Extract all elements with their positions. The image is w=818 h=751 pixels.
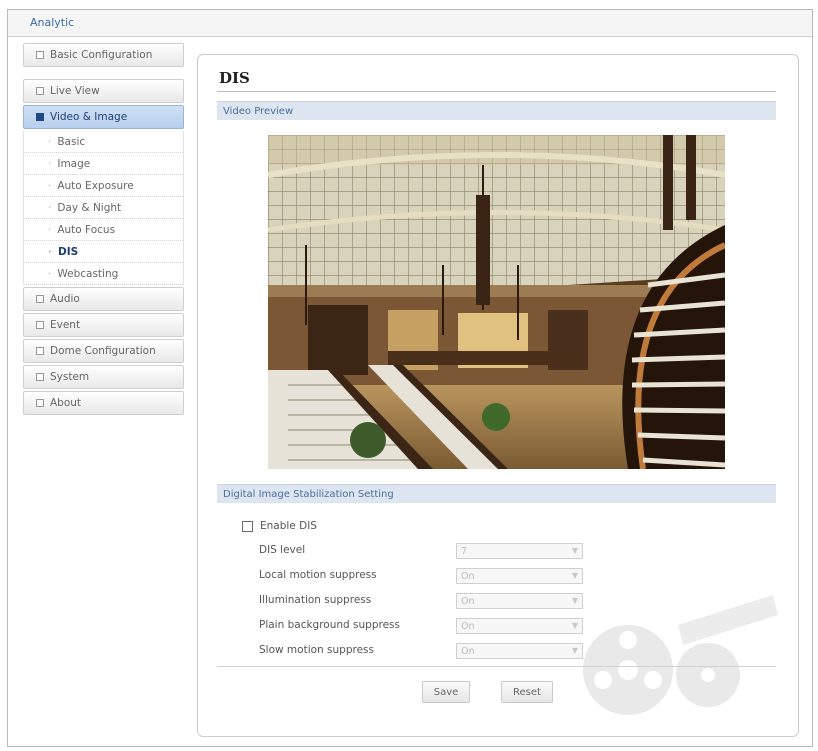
save-button[interactable]: Save (422, 681, 470, 703)
nav-dome-configuration[interactable]: Dome Configuration (23, 339, 184, 363)
nav-about[interactable]: About (23, 391, 184, 415)
title-divider (217, 91, 776, 92)
select-value: On (461, 620, 475, 632)
dis-level-label: DIS level (259, 544, 306, 556)
plain-background-suppress-label: Plain background suppress (259, 619, 400, 631)
sub-item-label: Image (57, 157, 91, 170)
sub-item-auto-exposure[interactable]: · Auto Exposure (24, 175, 183, 197)
brand-title: Analytic (30, 16, 75, 29)
sub-item-day-night[interactable]: · Day & Night (24, 197, 183, 219)
nav-label: System (50, 371, 90, 383)
nav-event[interactable]: Event (23, 313, 184, 337)
dis-level-select[interactable]: 7 ▼ (456, 543, 583, 559)
nav-label: Live View (50, 85, 100, 97)
nav-label: Video & Image (50, 111, 128, 123)
reset-button[interactable]: Reset (501, 681, 553, 703)
sub-item-label: DIS (58, 245, 79, 258)
sub-item-image[interactable]: · Image (24, 153, 183, 175)
sub-item-webcasting[interactable]: · Webcasting (24, 263, 183, 285)
sub-item-label: Webcasting (57, 267, 119, 280)
page-title: DIS (219, 69, 250, 87)
select-value: 7 (461, 545, 468, 557)
square-icon (36, 295, 44, 303)
nav-label: About (50, 397, 82, 409)
enable-dis-row: Enable DIS (242, 520, 317, 532)
square-icon (36, 399, 44, 407)
nav-live-view[interactable]: Live View (23, 79, 184, 103)
local-motion-suppress-label: Local motion suppress (259, 569, 377, 581)
chevron-down-icon: ▼ (571, 546, 579, 555)
square-icon (36, 347, 44, 355)
slow-motion-suppress-label: Slow motion suppress (259, 644, 374, 656)
illumination-suppress-label: Illumination suppress (259, 594, 372, 606)
nav-audio[interactable]: Audio (23, 287, 184, 311)
main-panel: DIS Video Preview Digital Image Stabiliz… (197, 54, 799, 737)
sub-item-label: Auto Focus (57, 223, 116, 236)
nav-label: Event (50, 319, 81, 331)
sub-item-auto-focus[interactable]: · Auto Focus (24, 219, 183, 241)
square-icon (36, 87, 44, 95)
video-preview-header: Video Preview (217, 101, 776, 120)
bottom-divider (217, 666, 776, 667)
square-icon (36, 113, 44, 121)
sub-item-label: Basic (57, 135, 86, 148)
sub-item-label: Day & Night (57, 201, 122, 214)
nav-basic-configuration[interactable]: Basic Configuration (23, 43, 184, 67)
film-reel-watermark-icon (583, 595, 778, 715)
nav-label: Audio (50, 293, 80, 305)
sub-item-dis[interactable]: · DIS (24, 241, 183, 263)
top-bar: Analytic (8, 10, 812, 37)
sidebar: Basic Configuration Live View Video & Im… (23, 43, 184, 417)
nav-label: Dome Configuration (50, 345, 156, 357)
nav-system[interactable]: System (23, 365, 184, 389)
select-value: On (461, 595, 475, 607)
square-icon (36, 51, 44, 59)
square-icon (36, 321, 44, 329)
nav-video-image[interactable]: Video & Image (23, 105, 184, 129)
sub-item-label: Auto Exposure (57, 179, 134, 192)
select-value: On (461, 570, 475, 582)
enable-dis-checkbox[interactable] (242, 520, 253, 532)
chevron-down-icon: ▼ (571, 571, 579, 580)
dis-setting-header: Digital Image Stabilization Setting (217, 484, 776, 503)
sub-item-basic[interactable]: · Basic (24, 131, 183, 153)
video-image-submenu: · Basic · Image · Auto Exposure · Day & Nigh… (23, 131, 184, 285)
nav-label: Basic Configuration (50, 49, 153, 61)
video-preview-image (268, 135, 725, 469)
square-icon (36, 373, 44, 381)
enable-dis-label: Enable DIS (260, 520, 317, 532)
local-motion-suppress-select[interactable]: On ▼ (456, 568, 583, 584)
select-value: On (461, 645, 475, 657)
